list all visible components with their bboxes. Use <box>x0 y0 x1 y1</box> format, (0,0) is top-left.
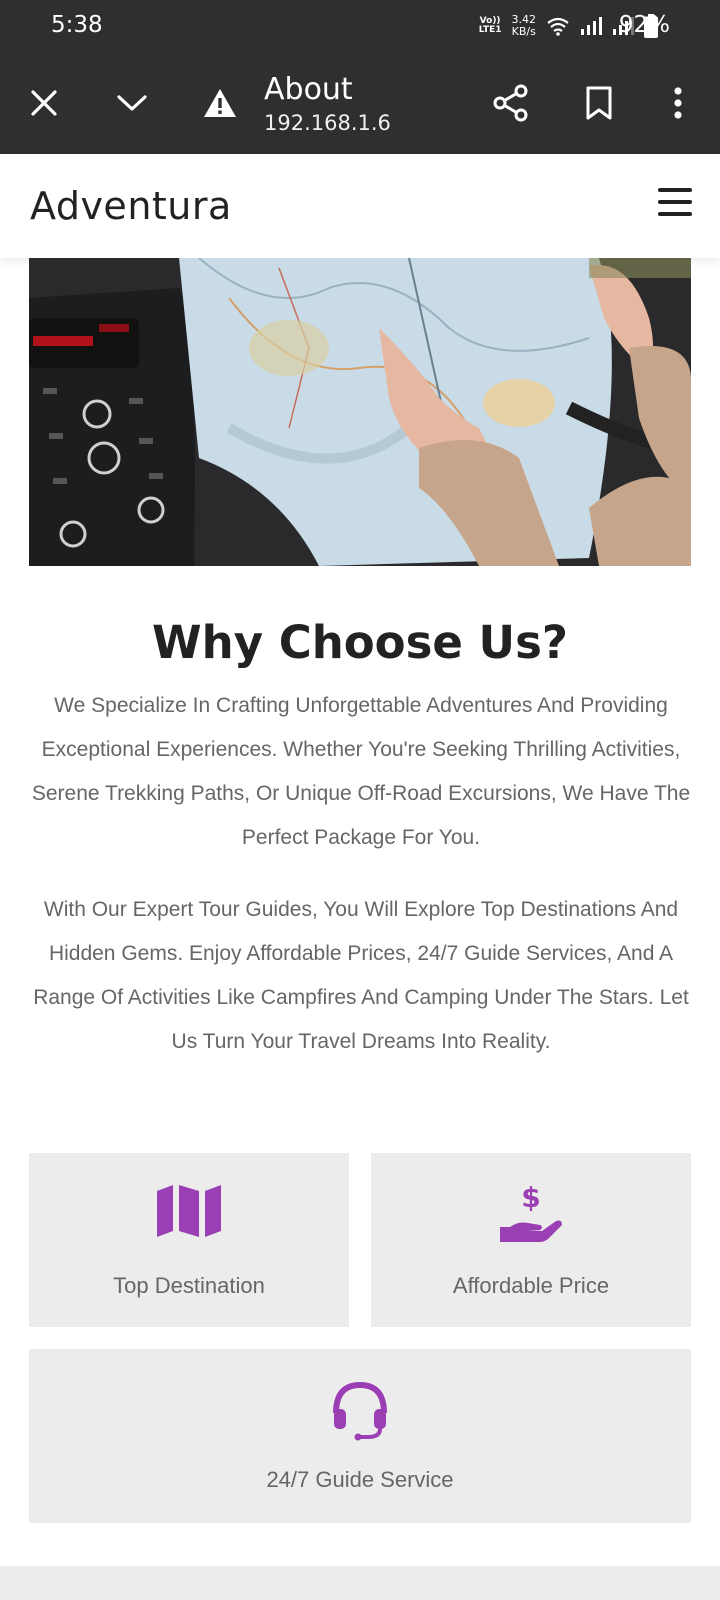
more-vert-icon <box>674 87 682 119</box>
svg-text:$: $ <box>521 1183 540 1214</box>
bookmark-icon <box>586 86 612 120</box>
feature-label: Top Destination <box>113 1273 265 1298</box>
battery-percent: 92% <box>618 12 670 38</box>
close-button[interactable] <box>24 52 64 154</box>
headset-icon <box>333 1381 387 1441</box>
more-options-button[interactable] <box>664 52 692 154</box>
details-paragraph: With Our Expert Tour Guides, You Will Ex… <box>33 898 689 1053</box>
feature-card-guide-service: 24/7 Guide Service <box>29 1349 691 1523</box>
warning-icon <box>204 89 236 117</box>
close-icon <box>31 90 57 116</box>
feature-card-top-destination: Top Destination <box>29 1153 349 1327</box>
share-button[interactable] <box>490 52 532 154</box>
share-icon <box>493 84 528 122</box>
hero-image <box>29 258 691 566</box>
bookmark-button[interactable] <box>580 52 618 154</box>
site-header: Adventura <box>0 154 720 258</box>
hamburger-menu-icon[interactable] <box>658 188 692 220</box>
collapse-button[interactable] <box>112 52 152 154</box>
network-speed: 3.42 KB/s <box>511 13 537 38</box>
hand-dollar-icon: $ <box>500 1183 562 1242</box>
feature-label: 24/7 Guide Service <box>266 1467 454 1492</box>
status-time: 5:38 <box>51 12 103 38</box>
signal-icon-1 <box>581 17 602 35</box>
map-icon <box>157 1185 221 1237</box>
intro-paragraph: We Specialize In Crafting Unforgettable … <box>31 694 691 849</box>
footer-strip <box>0 1566 720 1600</box>
volte-indicator: Vo)) LTE1 <box>478 16 502 35</box>
site-brand[interactable]: Adventura <box>30 184 232 228</box>
status-bar: 5:38 Vo)) LTE1 3.42 KB/s 92% <box>0 0 720 52</box>
feature-label: Affordable Price <box>452 1273 610 1298</box>
hero-illustration <box>29 258 691 566</box>
browser-toolbar: About 192.168.1.6 <box>0 52 720 154</box>
feature-card-affordable-price: $ Affordable Price <box>371 1153 691 1327</box>
page-title: About <box>264 72 353 107</box>
wifi-icon <box>547 17 569 36</box>
chevron-down-icon <box>117 95 147 111</box>
page-url[interactable]: 192.168.1.6 <box>264 111 391 135</box>
section-heading: Why Choose Us? <box>152 616 568 669</box>
security-warning-button[interactable] <box>200 52 240 154</box>
